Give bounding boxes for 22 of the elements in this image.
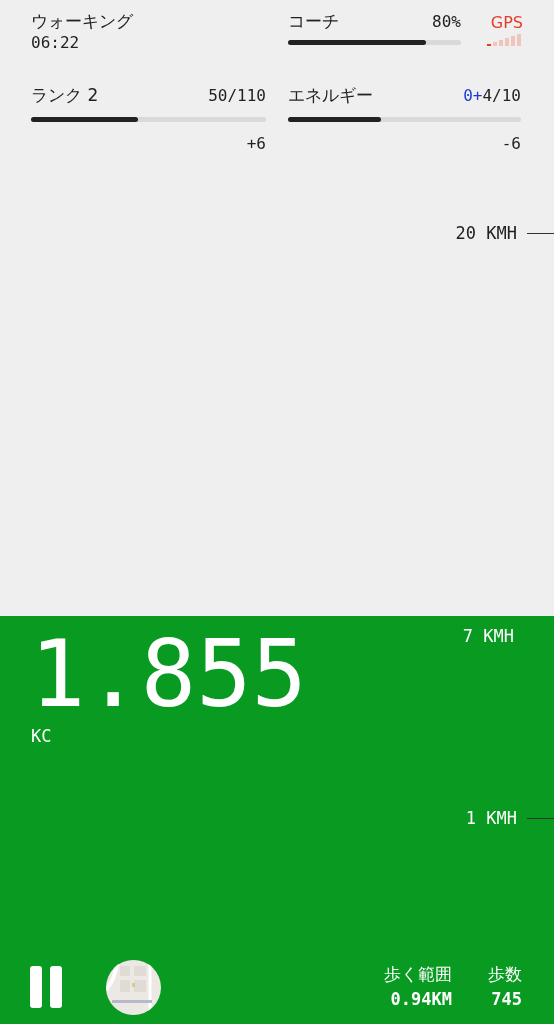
stat-value: 0.94KM	[390, 988, 452, 1011]
coach-label: コーチ	[288, 10, 339, 32]
stat-label: 歩数	[488, 963, 522, 986]
gps-label: GPS	[490, 12, 523, 34]
rank-value: 50/110	[208, 85, 266, 107]
speed-label: 20 KMH	[455, 223, 517, 243]
speed-label: 7 KMH	[462, 626, 514, 646]
coach-value: 80%	[432, 11, 461, 33]
energy-delta: -6	[500, 134, 521, 153]
stat-label: 歩く範囲	[384, 963, 452, 986]
signal-icon	[487, 34, 523, 48]
calorie-value: 1.855	[30, 620, 307, 729]
rank-label: ランク 2	[31, 84, 99, 106]
speed-label: 1 KMH	[465, 808, 517, 828]
energy-label: エネルギー	[288, 84, 373, 106]
activity-title: ウォーキング	[31, 10, 134, 32]
stat-value: 745	[491, 988, 522, 1011]
rank-delta: +6	[245, 134, 266, 153]
energy-value: 0+4/10	[463, 85, 521, 107]
pause-button[interactable]	[30, 966, 62, 1008]
calorie-unit: KC	[31, 726, 52, 746]
elapsed-time: 06:22	[31, 32, 81, 54]
